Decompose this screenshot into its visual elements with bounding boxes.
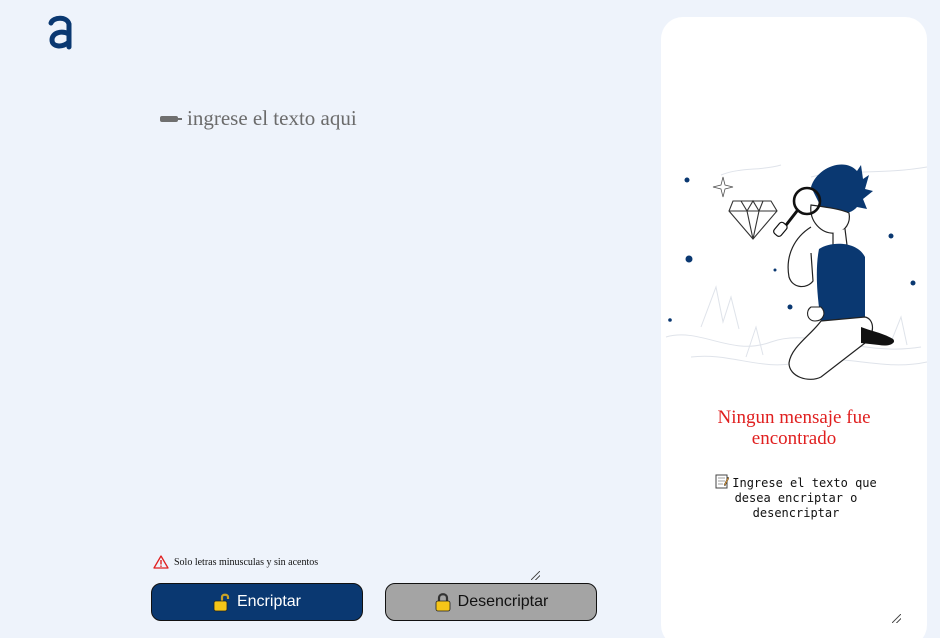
decrypt-button-label: Desencriptar [457, 593, 549, 610]
alura-logo-icon[interactable] [47, 14, 75, 50]
encrypt-button[interactable]: Encriptar [151, 583, 363, 621]
pen-icon [160, 114, 182, 124]
warning-icon [153, 555, 169, 569]
result-title: Ningun mensaje fue encontrado [717, 407, 871, 449]
hint-text: Solo letras minusculas y sin acentos [174, 556, 319, 568]
placeholder-text: ingrese el texto aqui [187, 106, 357, 130]
result-message: Ingrese el texto que desea encriptar o d… [701, 474, 891, 521]
result-message-text: Ingrese el texto que desea encriptar o d… [732, 476, 877, 520]
encrypt-button-label: Encriptar [236, 593, 302, 610]
lock-icon [435, 593, 451, 612]
result-panel: Ningun mensaje fue encontrado Ingrese el… [661, 17, 927, 638]
text-input[interactable]: ingrese el texto aqui [150, 100, 542, 582]
resize-grip-icon[interactable] [892, 614, 901, 623]
input-placeholder: ingrese el texto aqui [160, 106, 357, 131]
resize-grip-icon[interactable] [531, 571, 540, 580]
person-with-magnifying-glass-illustration [665, 164, 927, 380]
app-root: ingrese el texto aqui Solo letras minusc… [0, 0, 940, 638]
unlocked-lock-icon [213, 593, 230, 612]
decrypt-button[interactable]: Desencriptar [385, 583, 597, 621]
memo-icon [715, 474, 730, 489]
input-hint: Solo letras minusculas y sin acentos [153, 555, 318, 569]
